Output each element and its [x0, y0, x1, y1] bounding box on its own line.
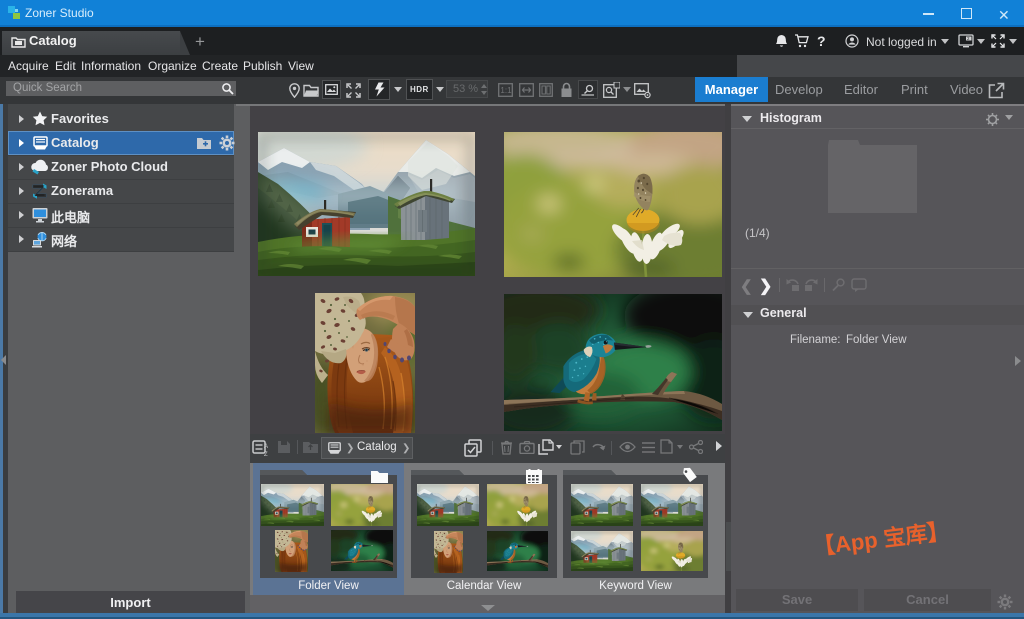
svg-text:A: A: [264, 444, 268, 450]
svg-text:1:1: 1:1: [500, 86, 512, 95]
svg-text:Z: Z: [264, 452, 268, 457]
